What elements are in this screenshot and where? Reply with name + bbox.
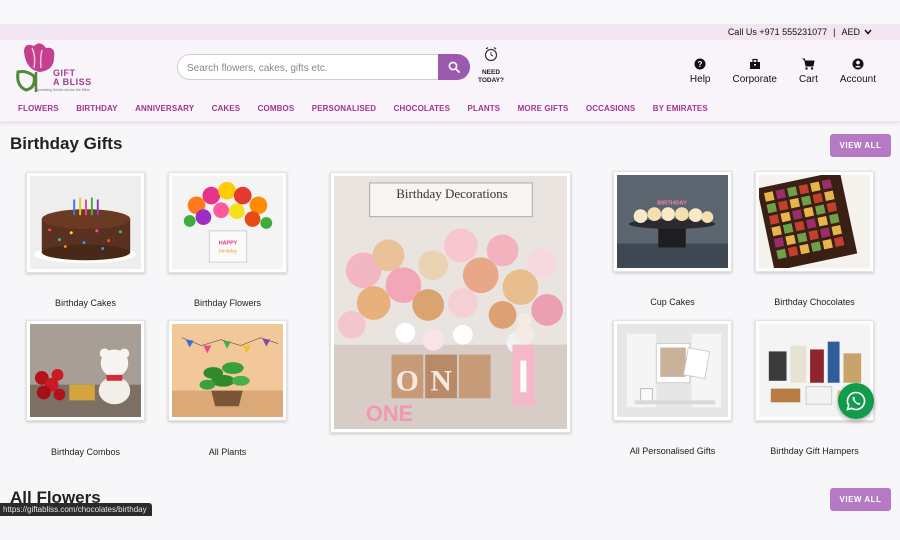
- search-icon: [448, 61, 460, 73]
- product-caption[interactable]: Birthday Cakes: [26, 298, 145, 308]
- product-card-all-plants[interactable]: [168, 320, 287, 421]
- product-caption[interactable]: Birthday Gift Hampers: [755, 446, 874, 456]
- svg-text:birthday: birthday: [219, 248, 238, 254]
- call-us-text[interactable]: Call Us +971 555231077: [728, 27, 827, 37]
- nav-item-more-gifts[interactable]: MORE GIFTS: [518, 104, 569, 113]
- logo-tagline: Spreading Smiles Across the Miles: [36, 88, 90, 92]
- product-caption[interactable]: All Plants: [168, 447, 287, 457]
- logo[interactable]: GIFT A BLISS Spreading Smiles Across the…: [14, 42, 96, 94]
- svg-text:BIRTHDAY: BIRTHDAY: [657, 200, 687, 206]
- product-caption[interactable]: Cup Cakes: [613, 297, 732, 307]
- top-bar: Call Us +971 555231077 | AED: [0, 24, 900, 40]
- nav-item-cakes[interactable]: CAKES: [212, 104, 241, 113]
- svg-text:?: ?: [698, 60, 703, 69]
- help-label: Help: [689, 74, 711, 85]
- product-caption[interactable]: Birthday Combos: [26, 447, 145, 457]
- combos-image: [30, 324, 141, 417]
- cart-icon: [802, 58, 815, 70]
- nav-item-personalised[interactable]: PERSONALISED: [312, 104, 376, 113]
- product-caption[interactable]: All Personalised Gifts: [613, 446, 732, 456]
- briefcase-icon: [749, 58, 760, 69]
- view-all-button[interactable]: VIEW ALL: [830, 488, 891, 511]
- cupcakes-image: BIRTHDAY: [617, 175, 728, 268]
- currency-label: AED: [841, 27, 860, 37]
- search-button[interactable]: [438, 54, 470, 80]
- section-title-birthday-gifts: Birthday Gifts: [10, 134, 123, 153]
- view-all-button[interactable]: VIEW ALL: [830, 134, 891, 157]
- product-card-cup-cakes[interactable]: BIRTHDAY: [613, 171, 732, 272]
- whatsapp-icon: [846, 391, 866, 411]
- product-caption[interactable]: Birthday Flowers: [168, 298, 287, 308]
- product-card-birthday-chocolates[interactable]: [755, 171, 874, 272]
- nav-item-birthday[interactable]: BIRTHDAY: [76, 104, 117, 113]
- whatsapp-chat-button[interactable]: [838, 383, 874, 419]
- account-link[interactable]: Account: [840, 58, 876, 85]
- header-icons: ? Help Corporate Cart Account: [690, 58, 876, 85]
- header: GIFT A BLISS Spreading Smiles Across the…: [0, 40, 900, 96]
- product-card-birthday-combos[interactable]: [26, 320, 145, 421]
- banner-floor-word: ONE: [366, 401, 413, 426]
- search-input[interactable]: [187, 60, 437, 76]
- banner-title: Birthday Decorations: [396, 186, 508, 201]
- product-caption[interactable]: Birthday Chocolates: [755, 297, 874, 307]
- nav-item-flowers[interactable]: FLOWERS: [18, 104, 59, 113]
- page: Call Us +971 555231077 | AED GIFT A BLIS…: [0, 0, 900, 540]
- personalised-gifts-image: [617, 324, 728, 417]
- need-today-line2: TODAY?: [477, 77, 504, 84]
- birthday-decorations-image: O N ONE: [334, 176, 567, 429]
- category-nav: FLOWERS BIRTHDAY ANNIVERSARY CAKES COMBO…: [0, 96, 900, 122]
- need-today-line1: NEED: [481, 69, 501, 76]
- nav-item-anniversary[interactable]: ANNIVERSARY: [135, 104, 194, 113]
- banner-letter-n: N: [430, 364, 452, 397]
- plant-image: [172, 324, 283, 417]
- nav-item-plants[interactable]: PLANTS: [468, 104, 501, 113]
- search-bar: [177, 54, 470, 80]
- chocolates-box-image: [759, 175, 870, 268]
- birthday-cake-image: [30, 176, 141, 269]
- chevron-down-icon: [864, 29, 872, 35]
- product-card-all-personalised-gifts[interactable]: [613, 320, 732, 421]
- status-bar-url: https://giftabliss.com/chocolates/birthd…: [0, 503, 152, 516]
- birthday-decorations-banner[interactable]: O N ONE Birthday Decorations: [330, 172, 571, 433]
- nav-item-chocolates[interactable]: CHOCOLATES: [394, 104, 450, 113]
- help-icon: ?: [694, 58, 706, 70]
- corporate-label: Corporate: [732, 74, 777, 85]
- separator: |: [833, 27, 836, 37]
- vase-label: HAPPY: [219, 241, 238, 247]
- product-card-birthday-cakes[interactable]: [26, 172, 145, 273]
- currency-selector[interactable]: AED: [841, 27, 872, 37]
- help-link[interactable]: ? Help: [689, 58, 711, 85]
- need-today-button[interactable]: NEED TODAY?: [476, 46, 506, 85]
- alarm-clock-icon: [484, 47, 498, 62]
- nav-item-combos[interactable]: COMBOS: [258, 104, 295, 113]
- account-label: Account: [839, 74, 876, 85]
- product-card-birthday-flowers[interactable]: HAPPY birthday: [168, 172, 287, 273]
- birthday-flowers-image: HAPPY birthday: [172, 176, 283, 269]
- corporate-link[interactable]: Corporate: [732, 58, 777, 85]
- nav-item-occasions[interactable]: OCCASIONS: [586, 104, 635, 113]
- nav-item-by-emirates[interactable]: BY EMIRATES: [653, 104, 708, 113]
- banner-letter-o: O: [396, 364, 419, 397]
- account-icon: [852, 58, 864, 70]
- cart-label: Cart: [798, 74, 818, 85]
- logo-line2: A BLISS: [53, 77, 92, 87]
- cart-link[interactable]: Cart: [799, 58, 818, 85]
- top-strip: [0, 0, 900, 24]
